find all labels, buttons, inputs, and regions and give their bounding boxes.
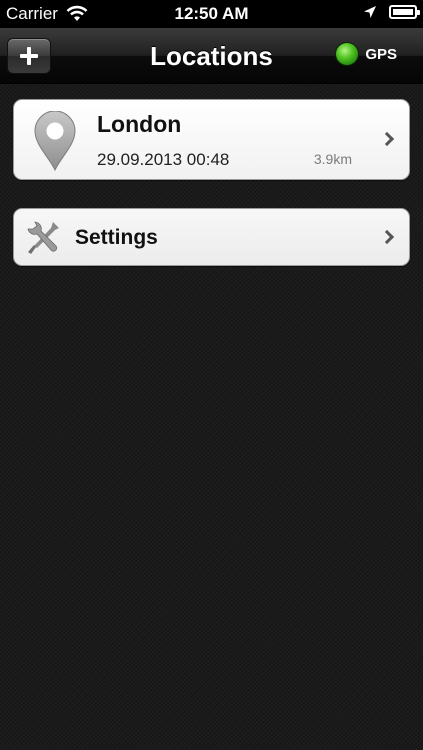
wrench-screwdriver-icon bbox=[27, 221, 59, 254]
status-time: 12:50 AM bbox=[174, 4, 249, 23]
settings-label: Settings bbox=[75, 226, 158, 249]
navigation-bar: Locations GPS bbox=[0, 28, 423, 84]
location-distance: 3.9km bbox=[313, 151, 352, 167]
chevron-right-icon bbox=[379, 131, 395, 147]
location-name: London bbox=[97, 111, 182, 137]
battery-icon bbox=[389, 5, 420, 19]
map-pin-icon bbox=[34, 111, 76, 171]
status-bar: Carrier 12:50 AM bbox=[0, 0, 423, 28]
settings-row[interactable]: Settings bbox=[13, 208, 410, 266]
gps-indicator-icon bbox=[336, 43, 359, 65]
gps-label: GPS bbox=[365, 45, 397, 63]
status-right bbox=[363, 5, 420, 19]
location-arrow-icon bbox=[364, 6, 376, 18]
location-row-london[interactable]: London 29.09.2013 00:48 3.9km bbox=[13, 99, 410, 180]
gps-status[interactable]: GPS bbox=[336, 43, 397, 65]
chevron-right-icon bbox=[379, 229, 395, 245]
battery-level bbox=[393, 9, 413, 15]
location-date: 29.09.2013 00:48 bbox=[97, 150, 230, 169]
